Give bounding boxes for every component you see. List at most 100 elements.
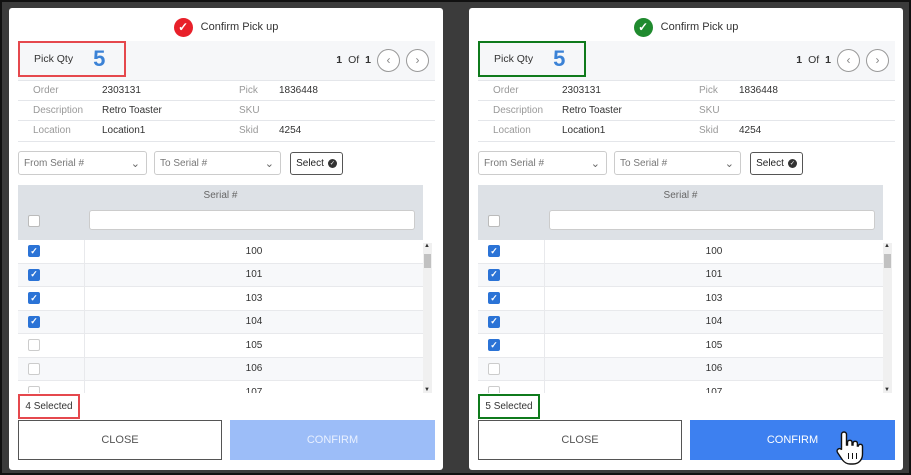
- scroll-thumb[interactable]: [424, 254, 431, 268]
- from-serial-select[interactable]: From Serial # ⌄: [478, 151, 607, 175]
- screenshot-frame: ✓ Confirm Pick up Pick Qty 5 1 Of 1 ‹ › …: [0, 0, 911, 475]
- sku-label: SKU: [239, 104, 260, 116]
- table-row[interactable]: 106: [18, 357, 423, 381]
- pick-qty-row: Pick Qty 5 1 Of 1 ‹ ›: [18, 41, 435, 81]
- select-range-button[interactable]: Select ✓: [750, 152, 803, 175]
- select-all-checkbox[interactable]: [28, 215, 40, 227]
- serial-filter-input[interactable]: [89, 210, 415, 230]
- to-serial-placeholder: To Serial #: [620, 157, 668, 169]
- table-row[interactable]: ✓ 100: [478, 240, 883, 264]
- table-row[interactable]: ✓ 101: [478, 263, 883, 287]
- description-label: Description: [33, 104, 84, 116]
- chevron-down-icon: ⌄: [264, 158, 274, 170]
- scroll-up-icon[interactable]: ▲: [424, 243, 430, 249]
- row-checkbox-cell: ✓: [18, 240, 85, 263]
- row-checkbox[interactable]: [28, 339, 40, 352]
- row-checkbox[interactable]: ✓: [488, 292, 500, 305]
- next-page-button[interactable]: ›: [866, 48, 889, 72]
- location-label: Location: [33, 125, 71, 137]
- table-row[interactable]: 107: [18, 381, 423, 393]
- pick-qty-value: 5: [93, 46, 106, 71]
- scroll-thumb[interactable]: [884, 254, 891, 268]
- chevron-down-icon: ⌄: [130, 158, 140, 170]
- table-row[interactable]: ✓ 104: [18, 310, 423, 334]
- location-value: Location1: [562, 125, 606, 137]
- dialog-header: ✓ Confirm Pick up: [9, 14, 443, 40]
- row-checkbox[interactable]: ✓: [488, 245, 500, 258]
- row-checkbox-cell: [478, 357, 545, 380]
- row-checkbox[interactable]: ✓: [28, 315, 40, 328]
- serial-cell: 100: [245, 245, 263, 257]
- pick-qty-value: 5: [553, 46, 566, 71]
- row-checkbox[interactable]: [28, 386, 40, 393]
- close-button[interactable]: CLOSE: [478, 420, 682, 460]
- select-range-button[interactable]: Select ✓: [290, 152, 343, 175]
- confirm-button[interactable]: CONFIRM: [230, 420, 435, 460]
- serial-grid: Serial # ✓ 100 ✓ 101 ✓ 103 ✓ 104 ✓ 105 106 107: [478, 185, 883, 393]
- grid-header: Serial #: [478, 185, 883, 240]
- row-checkbox[interactable]: ✓: [28, 268, 40, 281]
- table-row[interactable]: ✓ 103: [478, 287, 883, 311]
- serial-filter-input[interactable]: [549, 210, 875, 230]
- row-checkbox-cell: ✓: [478, 240, 545, 263]
- table-row[interactable]: 106: [478, 357, 883, 381]
- serial-cell: 105: [245, 339, 263, 351]
- pager: 1 Of 1 ‹ ›: [336, 47, 429, 73]
- confirm-pickup-dialog-valid: ✓ Confirm Pick up Pick Qty 5 1 Of 1 ‹ › …: [469, 8, 903, 470]
- pager-total: 1: [365, 54, 371, 66]
- serial-filters: From Serial # ⌄ To Serial # ⌄ Select ✓: [18, 151, 435, 175]
- pager-current: 1: [336, 54, 343, 66]
- row-checkbox[interactable]: ✓: [28, 292, 40, 305]
- prev-page-button[interactable]: ‹: [837, 48, 860, 72]
- serial-cell: 104: [245, 316, 263, 328]
- table-row[interactable]: 107: [478, 381, 883, 393]
- table-row[interactable]: ✓ 105: [478, 334, 883, 358]
- table-row[interactable]: ✓ 101: [18, 263, 423, 287]
- info-row: Location Location1 Skid 4254: [18, 121, 435, 142]
- close-button[interactable]: CLOSE: [18, 420, 222, 460]
- serial-column-header: Serial #: [663, 190, 698, 201]
- grid-scrollbar[interactable]: ▲ ▼: [423, 243, 432, 393]
- pick-qty-row: Pick Qty 5 1 Of 1 ‹ ›: [478, 41, 895, 81]
- location-label: Location: [493, 125, 531, 137]
- info-row: Description Retro Toaster SKU: [478, 101, 895, 121]
- scroll-up-icon[interactable]: ▲: [884, 243, 890, 249]
- serial-cell: 106: [245, 363, 263, 375]
- row-checkbox[interactable]: [488, 362, 500, 375]
- row-checkbox[interactable]: [28, 362, 40, 375]
- row-checkbox[interactable]: ✓: [488, 315, 500, 328]
- serial-cell: 101: [245, 269, 263, 281]
- next-page-button[interactable]: ›: [406, 48, 429, 72]
- select-all-checkbox[interactable]: [488, 215, 500, 227]
- sku-label: SKU: [699, 104, 720, 116]
- pager: 1 Of 1 ‹ ›: [796, 47, 889, 73]
- to-serial-select[interactable]: To Serial # ⌄: [614, 151, 741, 175]
- table-row[interactable]: ✓ 103: [18, 287, 423, 311]
- table-row[interactable]: ✓ 104: [478, 310, 883, 334]
- from-serial-select[interactable]: From Serial # ⌄: [18, 151, 147, 175]
- select-button-label: Select: [296, 158, 324, 169]
- scroll-down-icon[interactable]: ▼: [884, 387, 890, 393]
- row-checkbox-cell: [18, 334, 85, 357]
- table-row[interactable]: 105: [18, 334, 423, 358]
- serial-cell: 106: [705, 363, 723, 375]
- scroll-down-icon[interactable]: ▼: [424, 387, 430, 393]
- to-serial-select[interactable]: To Serial # ⌄: [154, 151, 281, 175]
- row-checkbox-cell: ✓: [478, 334, 545, 357]
- from-serial-placeholder: From Serial #: [484, 157, 545, 169]
- pick-value: 1836448: [279, 84, 318, 96]
- row-checkbox-cell: ✓: [478, 263, 545, 286]
- grid-body: ✓ 100 ✓ 101 ✓ 103 ✓ 104 105 106 107: [18, 240, 423, 393]
- dialog-title: Confirm Pick up: [200, 21, 279, 33]
- row-checkbox[interactable]: ✓: [28, 245, 40, 258]
- order-label: Order: [33, 84, 59, 96]
- table-row[interactable]: ✓ 100: [18, 240, 423, 264]
- row-checkbox[interactable]: ✓: [488, 268, 500, 281]
- row-checkbox[interactable]: ✓: [488, 339, 500, 352]
- row-checkbox[interactable]: [488, 386, 500, 393]
- from-serial-placeholder: From Serial #: [24, 157, 85, 169]
- prev-page-button[interactable]: ‹: [377, 48, 400, 72]
- skid-value: 4254: [279, 125, 302, 137]
- chevron-right-icon: ›: [415, 53, 420, 67]
- grid-scrollbar[interactable]: ▲ ▼: [883, 243, 892, 393]
